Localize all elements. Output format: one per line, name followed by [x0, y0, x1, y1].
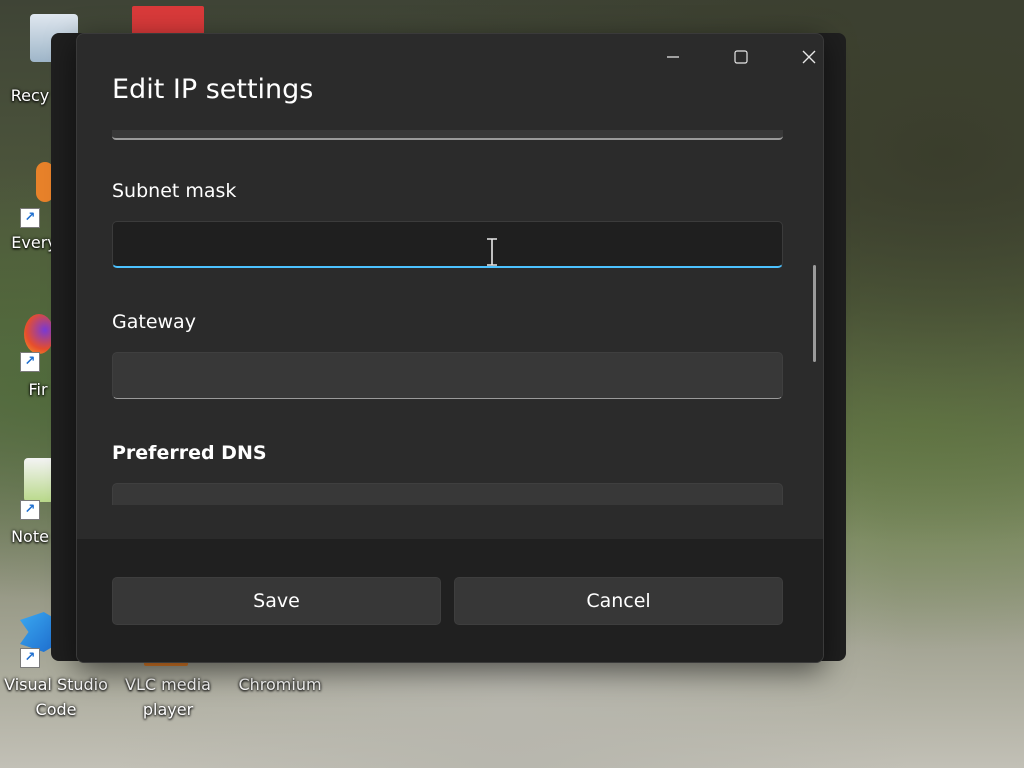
desktop-icon-label: VLC media player [125, 675, 211, 719]
gateway-input[interactable] [112, 352, 783, 399]
desktop-icon-chromium[interactable]: Chromium [228, 660, 332, 700]
dialog-footer: Save Cancel [77, 539, 823, 662]
maximize-button[interactable] [707, 34, 775, 80]
vscode-icon [20, 612, 54, 652]
preferred-dns-label: Preferred DNS [112, 442, 267, 464]
subnet-mask-label: Subnet mask [112, 180, 237, 202]
desktop-icon-vlc[interactable]: VLC media player [116, 660, 220, 720]
shortcut-arrow-icon: ↗ [20, 352, 40, 372]
shortcut-arrow-icon: ↗ [20, 648, 40, 668]
dialog-title: Edit IP settings [112, 74, 314, 105]
text-cursor-icon [487, 238, 497, 266]
shortcut-arrow-icon: ↗ [20, 208, 40, 228]
preferred-dns-input[interactable] [112, 483, 783, 505]
desktop-icon-label: Visual Studio Code [4, 675, 108, 719]
settings-scroll-area[interactable]: Subnet mask Gateway Preferred DNS [77, 130, 823, 540]
desktop-icon-label: Chromium [238, 675, 322, 694]
desktop-icon-red-app[interactable] [130, 6, 234, 36]
subnet-mask-input[interactable] [112, 221, 783, 268]
previous-field-input-edge[interactable] [112, 130, 783, 140]
shortcut-arrow-icon: ↗ [20, 500, 40, 520]
close-button[interactable] [775, 34, 823, 80]
firefox-icon [24, 314, 54, 354]
scrollbar-thumb[interactable] [813, 265, 816, 362]
red-app-icon [132, 6, 204, 36]
minimize-button[interactable] [639, 34, 707, 80]
cancel-button[interactable]: Cancel [454, 577, 783, 625]
gateway-label: Gateway [112, 311, 196, 333]
close-icon [802, 50, 816, 64]
maximize-icon [734, 50, 748, 64]
edit-ip-settings-dialog: Edit IP settings Subnet mask Gateway Pre… [76, 33, 824, 663]
save-button[interactable]: Save [112, 577, 441, 625]
notepad-plus-plus-icon [24, 458, 54, 502]
minimize-icon [667, 56, 679, 58]
